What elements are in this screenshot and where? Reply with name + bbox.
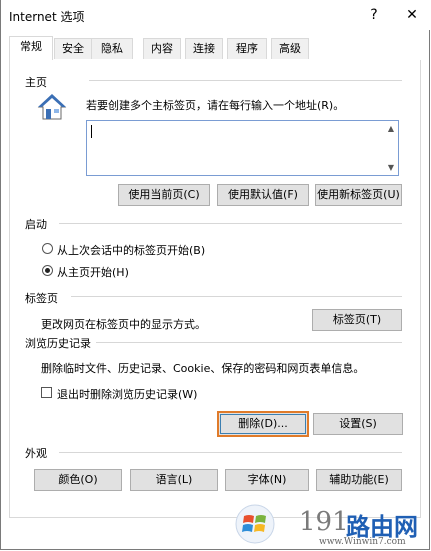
tab-advanced[interactable]: 高级	[271, 38, 309, 59]
window-title: Internet 选项	[9, 10, 85, 24]
delete-history-button[interactable]: 删除(D)...	[217, 411, 309, 437]
home-section-title: 主页	[25, 74, 47, 90]
text-caret	[91, 125, 92, 138]
internet-options-dialog: Internet 选项 ? ✕ 常规 安全 隐私 内容 连接 程序 高级 主页 …	[0, 0, 430, 550]
use-new-tab-button[interactable]: 使用新标签页(U)	[315, 184, 402, 206]
startup-home-radio[interactable]	[42, 265, 53, 276]
tab-security[interactable]: 安全	[54, 38, 92, 59]
tab-privacy[interactable]: 隐私	[91, 38, 133, 59]
delete-on-exit-label[interactable]: 退出时删除浏览历史记录(W)	[57, 386, 197, 402]
colors-button[interactable]: 颜色(O)	[34, 469, 122, 491]
tabs-section-divider	[71, 296, 402, 297]
close-button[interactable]: ✕	[395, 3, 429, 27]
appearance-section-title: 外观	[25, 445, 47, 461]
history-section-title: 浏览历史记录	[25, 335, 91, 351]
tabs-section-description: 更改网页在标签页中的显示方式。	[41, 318, 206, 331]
tab-programs[interactable]: 程序	[227, 38, 267, 59]
startup-last-session-label[interactable]: 从上次会话中的标签页开始(B)	[57, 242, 205, 258]
startup-section-title: 启动	[25, 216, 47, 232]
watermark-url: www.Winwin7.com	[319, 537, 406, 547]
home-icon	[37, 94, 67, 120]
radio-selected-dot	[45, 268, 50, 273]
languages-button[interactable]: 语言(L)	[130, 469, 218, 491]
startup-home-label[interactable]: 从主页开始(H)	[57, 264, 129, 280]
history-description: 删除临时文件、历史记录、Cookie、保存的密码和网页表单信息。	[41, 362, 365, 375]
tabs-section-title: 标签页	[25, 290, 58, 306]
fonts-button[interactable]: 字体(N)	[225, 469, 309, 491]
accessibility-button[interactable]: 辅助功能(E)	[316, 469, 402, 491]
delete-on-exit-checkbox[interactable]	[41, 387, 52, 398]
history-settings-button[interactable]: 设置(S)	[313, 413, 403, 435]
watermark-digits: 191	[299, 507, 349, 537]
home-description: 若要创建多个主标签页，请在每行输入一个地址(R)。	[86, 99, 345, 112]
history-section-divider	[96, 342, 402, 343]
help-button[interactable]: ?	[357, 3, 391, 27]
windows-logo-icon	[235, 504, 275, 544]
startup-section-divider	[59, 223, 402, 224]
home-section-divider	[89, 80, 402, 81]
home-page-input[interactable]: ▲ ▼	[86, 120, 399, 176]
use-default-button[interactable]: 使用默认值(F)	[217, 184, 309, 206]
site-watermark: 191 路由网 www.Winwin7.com	[233, 500, 431, 550]
scroll-up-icon[interactable]: ▲	[388, 124, 394, 133]
use-current-button[interactable]: 使用当前页(C)	[118, 184, 210, 206]
startup-last-session-radio[interactable]	[42, 243, 53, 254]
tab-content[interactable]: 内容	[143, 38, 181, 59]
tabs-settings-button[interactable]: 标签页(T)	[312, 309, 402, 331]
appearance-section-divider	[59, 452, 402, 453]
tab-connections[interactable]: 连接	[185, 38, 223, 59]
tab-general[interactable]: 常规	[9, 36, 53, 60]
title-bar: Internet 选项 ? ✕	[1, 0, 430, 30]
tab-strip: 常规 安全 隐私 内容 连接 程序 高级	[9, 36, 421, 61]
scroll-down-icon[interactable]: ▼	[388, 163, 394, 172]
